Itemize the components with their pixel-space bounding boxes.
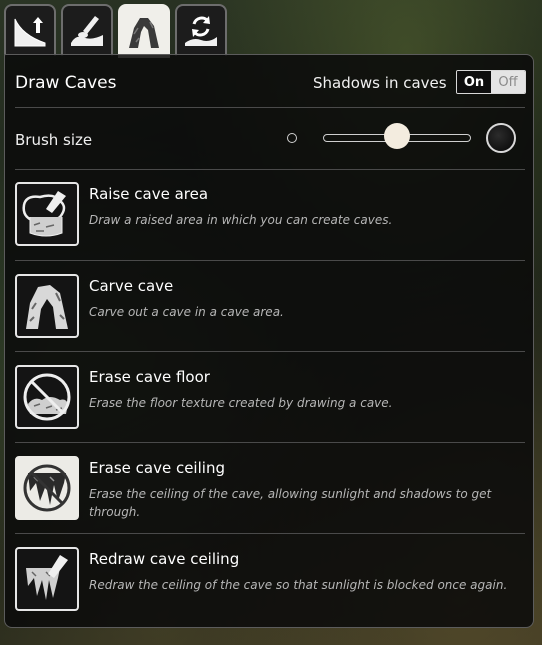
- tool-title: Erase cave ceiling: [89, 459, 225, 477]
- divider: [15, 442, 525, 443]
- panel-title: Draw Caves: [15, 73, 117, 93]
- tool-description: Draw a raised area in which you can crea…: [89, 213, 393, 227]
- shadows-in-caves-label: Shadows in caves: [313, 74, 447, 92]
- erase-cave-floor-icon[interactable]: [15, 365, 79, 429]
- tool-title: Raise cave area: [89, 185, 209, 203]
- terrain-refresh-icon: [185, 16, 217, 46]
- caves-tab[interactable]: [118, 4, 170, 58]
- cave-icon: [129, 18, 159, 48]
- tool-title: Redraw cave ceiling: [89, 550, 240, 568]
- brush-large-icon: [486, 123, 516, 153]
- brush-size-label: Brush size: [15, 131, 93, 149]
- shadows-toggle[interactable]: On Off: [456, 70, 526, 94]
- divider: [15, 351, 525, 352]
- draw-caves-panel: Draw Caves Shadows in caves On Off Brush…: [4, 54, 534, 628]
- terrain-paint-icon: [71, 16, 103, 46]
- tool-title: Carve cave: [89, 277, 174, 295]
- brush-size-slider-thumb[interactable]: [384, 123, 410, 149]
- divider: [15, 533, 525, 534]
- divider: [15, 107, 525, 108]
- terrain-height-icon: [14, 17, 46, 47]
- brush-small-icon: [287, 133, 297, 143]
- erase-cave-ceiling-icon[interactable]: [15, 456, 79, 520]
- tool-description: Erase the floor texture created by drawi…: [89, 396, 393, 410]
- shadows-off-option[interactable]: Off: [491, 71, 525, 93]
- tool-description: Erase the ceiling of the cave, allowing …: [89, 487, 492, 519]
- tool-description: Redraw the ceiling of the cave so that s…: [89, 578, 508, 592]
- terrain-paint-tab[interactable]: [61, 4, 113, 56]
- redraw-cave-ceiling-icon[interactable]: [15, 547, 79, 611]
- terrain-refresh-tab[interactable]: [175, 4, 227, 56]
- carve-cave-icon[interactable]: [15, 274, 79, 338]
- raise-cave-area-icon[interactable]: [15, 182, 79, 246]
- tool-description: Carve out a cave in a cave area.: [89, 305, 284, 319]
- divider: [15, 169, 525, 170]
- shadows-on-option[interactable]: On: [457, 71, 491, 93]
- divider: [15, 260, 525, 261]
- tool-title: Erase cave floor: [89, 368, 210, 386]
- terrain-height-tab[interactable]: [4, 4, 56, 56]
